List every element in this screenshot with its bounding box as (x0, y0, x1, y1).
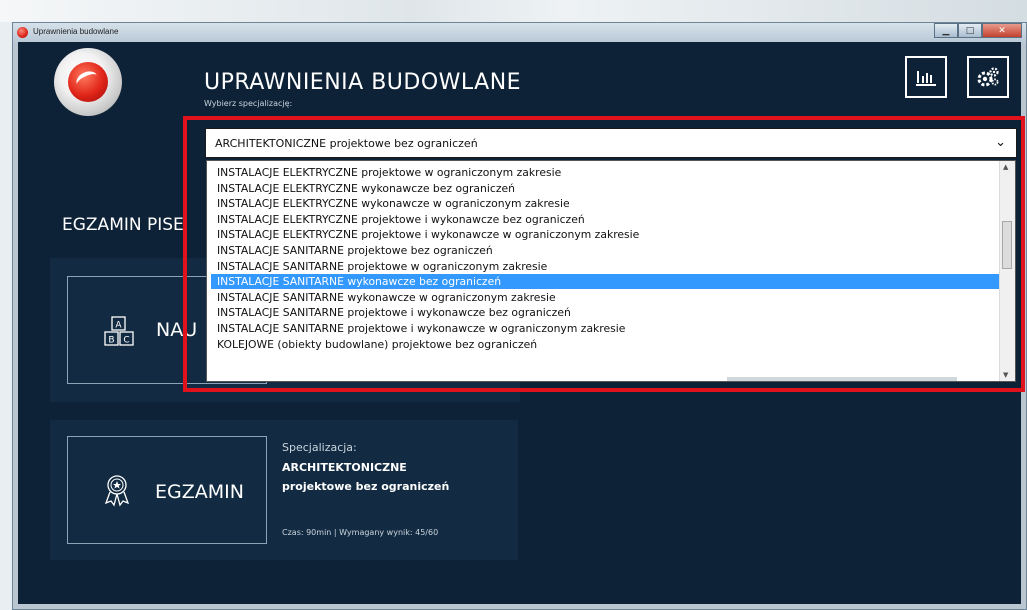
window-title: Uprawnienia budowlane (33, 27, 119, 36)
specialization-options-list[interactable]: INSTALACJE ELEKTRYCZNE projektowe w ogra… (206, 160, 1016, 382)
specialization-description: projektowe bez ograniczeń (282, 480, 450, 493)
dropdown-option[interactable]: INSTALACJE ELEKTRYCZNE wykonawcze bez og… (211, 181, 1001, 196)
title-bar[interactable]: Uprawnienia budowlane ▁ □ ✕ (13, 23, 1026, 43)
specialization-label: Specjalizacja: (282, 441, 357, 454)
dropdown-option[interactable]: INSTALACJE ELEKTRYCZNE projektowe i wyko… (211, 227, 1001, 242)
abc-blocks-icon: A B C (104, 316, 134, 346)
dropdown-option[interactable]: INSTALACJE SANITARNE wykonawcze w ograni… (211, 290, 1001, 305)
dropdown-option[interactable]: INSTALACJE SANITARNE projektowe w ograni… (211, 259, 1001, 274)
bar-chart-icon (916, 71, 936, 86)
dropdown-option[interactable]: INSTALACJE ELEKTRYCZNE projektowe w ogra… (211, 165, 1001, 180)
app-icon (17, 27, 28, 38)
exam-button-label: EGZAMIN (155, 481, 244, 503)
chevron-down-icon: ⌄ (995, 135, 1006, 150)
gears-icon (977, 67, 999, 87)
settings-button[interactable] (967, 56, 1009, 98)
specialization-name: ARCHITEKTONICZNE (282, 461, 407, 474)
maximize-button[interactable]: □ (958, 23, 982, 38)
app-logo (54, 48, 122, 116)
minimize-button[interactable]: ▁ (934, 23, 958, 38)
learn-button-label: NAU (156, 319, 198, 341)
exam-button[interactable]: EGZAMIN (67, 436, 267, 544)
vertical-scrollbar[interactable]: ▲ ▼ (999, 161, 1015, 381)
svg-text:A: A (115, 321, 122, 331)
page-title: UPRAWNIENIA BUDOWLANE (204, 70, 522, 95)
specialization-select[interactable]: ARCHITEKTONICZNE projektowe bez ogranicz… (205, 128, 1017, 158)
dropdown-option[interactable]: INSTALACJE SANITARNE projektowe i wykona… (211, 321, 1001, 336)
section-title: EGZAMIN PISE (62, 215, 184, 235)
desktop-background (0, 0, 1027, 22)
scrollbar-thumb[interactable] (1002, 221, 1012, 269)
dropdown-option[interactable]: INSTALACJE ELEKTRYCZNE wykonawcze w ogra… (211, 196, 1001, 211)
dropdown-option[interactable]: INSTALACJE SANITARNE wykonawcze bez ogra… (211, 274, 1001, 290)
specialization-prompt: Wybierz specjalizację: (204, 99, 293, 108)
svg-text:C: C (123, 336, 129, 346)
award-badge-icon (104, 475, 130, 507)
window-controls: ▁ □ ✕ (934, 23, 1022, 40)
svg-text:B: B (108, 336, 114, 346)
dropdown-option[interactable]: INSTALACJE ELEKTRYCZNE projektowe i wyko… (211, 212, 1001, 227)
dropdown-option[interactable]: INSTALACJE SANITARNE projektowe bez ogra… (211, 243, 1001, 258)
exam-meta-info: Czas: 90min | Wymagany wynik: 45/60 (282, 528, 439, 537)
dropdown-option[interactable]: INSTALACJE SANITARNE projektowe i wykona… (211, 305, 1001, 320)
select-current-value: ARCHITEKTONICZNE projektowe bez ogranicz… (215, 137, 478, 150)
close-button[interactable]: ✕ (982, 23, 1022, 38)
scroll-up-arrow-icon[interactable]: ▲ (1003, 163, 1008, 171)
scroll-down-arrow-icon[interactable]: ▼ (1003, 371, 1008, 379)
horizontal-scroll-hint (727, 377, 957, 381)
dropdown-option[interactable]: KOLEJOWE (obiekty budowlane) projektowe … (211, 337, 1001, 352)
statistics-button[interactable] (905, 56, 947, 98)
